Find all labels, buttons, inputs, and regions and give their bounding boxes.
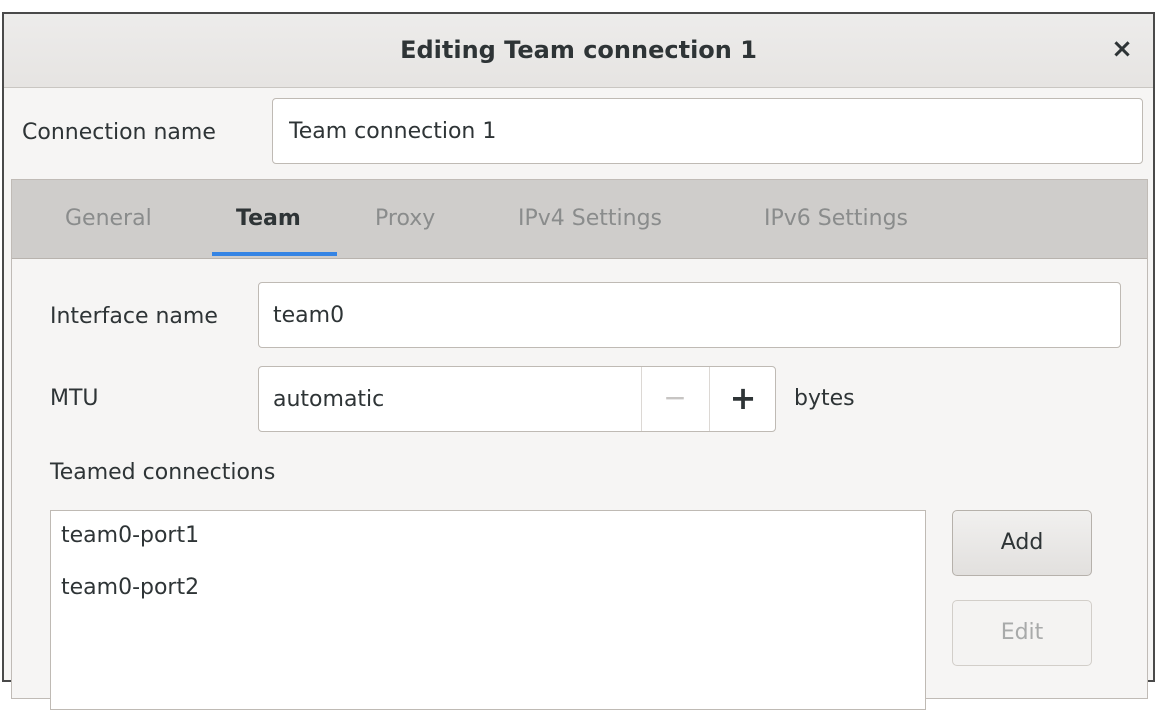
tab-proxy[interactable]: Proxy	[375, 206, 435, 231]
list-item[interactable]: team0-port1	[61, 523, 199, 548]
tab-team[interactable]: Team	[236, 206, 301, 231]
teamed-connections-label: Teamed connections	[50, 460, 276, 485]
tab-ipv4-settings[interactable]: IPv4 Settings	[518, 206, 662, 231]
connection-name-input[interactable]	[272, 98, 1143, 164]
mtu-unit-label: bytes	[794, 386, 855, 411]
interface-name-label: Interface name	[50, 304, 218, 329]
add-button[interactable]: Add	[952, 510, 1092, 576]
active-tab-indicator	[212, 252, 337, 256]
title-bar[interactable]: Editing Team connection 1 ×	[4, 14, 1153, 88]
list-item[interactable]: team0-port2	[61, 575, 199, 600]
mtu-spinbutton[interactable]: automatic − +	[258, 366, 776, 432]
tab-bar: General Team Proxy IPv4 Settings IPv6 Se…	[12, 180, 1147, 259]
mtu-label: MTU	[50, 386, 99, 411]
close-icon[interactable]: ×	[1105, 32, 1139, 66]
window-title: Editing Team connection 1	[400, 36, 757, 64]
editor-window: Editing Team connection 1 × Connection n…	[2, 12, 1155, 710]
mtu-decrement-button[interactable]: −	[641, 367, 708, 431]
tab-general[interactable]: General	[65, 206, 152, 231]
mtu-increment-button[interactable]: +	[709, 367, 776, 431]
settings-notebook: General Team Proxy IPv4 Settings IPv6 Se…	[11, 179, 1148, 710]
teamed-connections-list[interactable]: team0-port1 team0-port2	[50, 510, 926, 710]
tab-ipv6-settings[interactable]: IPv6 Settings	[764, 206, 908, 231]
connection-name-label: Connection name	[22, 120, 216, 145]
mtu-value[interactable]: automatic	[273, 387, 384, 412]
edit-button[interactable]: Edit	[952, 600, 1092, 666]
interface-name-input[interactable]	[258, 282, 1121, 348]
